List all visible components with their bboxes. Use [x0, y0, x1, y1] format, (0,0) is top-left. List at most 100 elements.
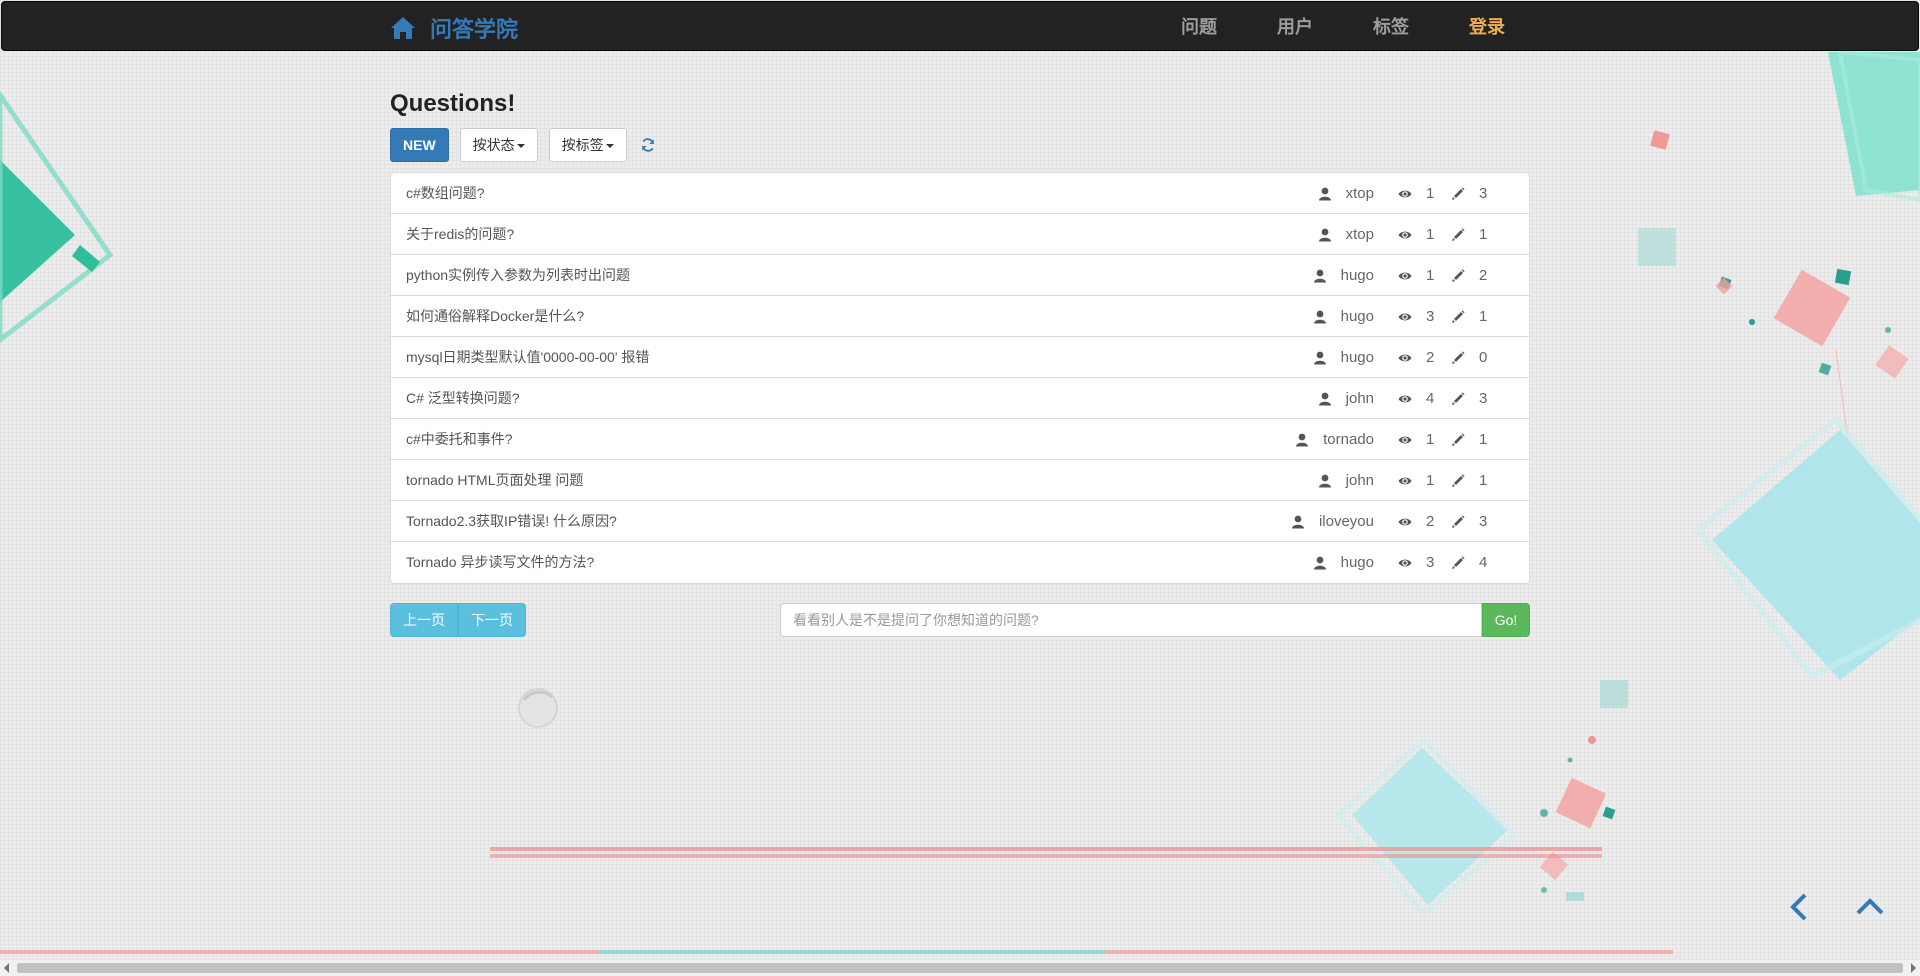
- question-title-link[interactable]: 关于redis的问题?: [406, 214, 514, 255]
- scrollbar-thumb[interactable]: [17, 963, 1903, 973]
- question-title-link[interactable]: python实例传入参数为列表时出问题: [406, 255, 630, 296]
- prev-page-button[interactable]: 上一页: [390, 603, 458, 637]
- answer-count: 1: [1479, 431, 1488, 448]
- pencil-icon: [1452, 391, 1465, 405]
- question-author[interactable]: hugo: [1341, 267, 1374, 284]
- question-title-link[interactable]: mysql日期类型默认值'0000-00-00' 报错: [406, 337, 649, 378]
- user-icon: [1318, 228, 1331, 241]
- refresh-icon[interactable]: [640, 137, 656, 153]
- user-icon: [1318, 187, 1331, 200]
- answer-count: 1: [1479, 308, 1488, 325]
- chevron-left-icon[interactable]: [1782, 889, 1818, 925]
- question-author[interactable]: hugo: [1341, 308, 1374, 325]
- eye-icon: [1398, 395, 1412, 402]
- question-row: c#数组问题? xtop 1 3: [391, 173, 1529, 214]
- question-author[interactable]: tornado: [1323, 431, 1374, 448]
- user-icon: [1313, 351, 1326, 364]
- nav-questions[interactable]: 问题: [1151, 2, 1247, 52]
- question-meta: xtop 1 3: [1318, 173, 1489, 214]
- brand-name: 问答学院: [430, 17, 519, 42]
- page-title: Questions!: [390, 90, 516, 117]
- eye-icon: [1398, 231, 1412, 238]
- answer-count: 2: [1479, 267, 1488, 284]
- user-icon: [1318, 474, 1331, 487]
- question-toolbar: NEW 按状态 按标签: [390, 128, 656, 162]
- pencil-icon: [1452, 473, 1465, 487]
- answer-count: 3: [1479, 390, 1488, 407]
- pencil-icon: [1452, 555, 1465, 569]
- question-row: 如何通俗解释Docker是什么? hugo 3 1: [391, 296, 1529, 337]
- scroll-right-icon[interactable]: [1911, 963, 1916, 973]
- eye-icon: [1398, 190, 1412, 197]
- caret-down-icon: [516, 144, 525, 149]
- user-icon: [1291, 515, 1304, 528]
- new-question-button[interactable]: NEW: [390, 128, 449, 162]
- question-title-link[interactable]: c#数组问题?: [406, 173, 485, 214]
- eye-icon: [1398, 272, 1412, 279]
- pencil-icon: [1452, 186, 1465, 200]
- view-count: 3: [1426, 308, 1435, 325]
- question-title-link[interactable]: C# 泛型转换问题?: [406, 378, 520, 419]
- view-count: 1: [1426, 431, 1435, 448]
- question-row: C# 泛型转换问题? john 4 3: [391, 378, 1529, 419]
- question-row: mysql日期类型默认值'0000-00-00' 报错 hugo 2 0: [391, 337, 1529, 378]
- question-row: Tornado2.3获取IP错误! 什么原因? iloveyou 2 3: [391, 501, 1529, 542]
- question-meta: hugo 2 0: [1313, 337, 1489, 378]
- eye-icon: [1398, 477, 1412, 484]
- question-author[interactable]: hugo: [1341, 554, 1374, 571]
- question-meta: hugo 3 1: [1313, 296, 1489, 337]
- question-meta: hugo 1 2: [1313, 255, 1489, 296]
- pencil-icon: [1452, 268, 1465, 282]
- question-meta: xtop 1 1: [1318, 214, 1489, 255]
- pencil-icon: [1452, 309, 1465, 323]
- question-title-link[interactable]: 如何通俗解释Docker是什么?: [406, 296, 584, 337]
- view-count: 2: [1426, 349, 1435, 366]
- scroll-left-icon[interactable]: [4, 963, 9, 973]
- question-author[interactable]: xtop: [1346, 226, 1374, 243]
- question-author[interactable]: hugo: [1341, 349, 1374, 366]
- eye-icon: [1398, 518, 1412, 525]
- view-count: 1: [1426, 472, 1435, 489]
- pencil-icon: [1452, 350, 1465, 364]
- search-go-button[interactable]: Go!: [1482, 603, 1530, 637]
- answer-count: 4: [1479, 554, 1488, 571]
- eye-icon: [1398, 436, 1412, 443]
- status-filter-dropdown[interactable]: 按状态: [459, 128, 538, 162]
- top-navbar: 问答学院 问题 用户 标签 登录: [1, 1, 1919, 51]
- nav-menu: 问题 用户 标签 登录: [1151, 2, 1520, 52]
- brand-link[interactable]: 问答学院: [390, 12, 518, 44]
- question-meta: john 4 3: [1318, 378, 1489, 419]
- nav-tags[interactable]: 标签: [1343, 2, 1439, 52]
- chevron-up-icon[interactable]: [1852, 889, 1888, 925]
- view-count: 4: [1426, 390, 1435, 407]
- user-icon: [1318, 392, 1331, 405]
- pencil-icon: [1452, 514, 1465, 528]
- question-author[interactable]: john: [1346, 472, 1374, 489]
- question-title-link[interactable]: Tornado 异步读写文件的方法?: [406, 542, 594, 583]
- eye-icon: [1398, 559, 1412, 566]
- question-author[interactable]: iloveyou: [1319, 513, 1374, 530]
- question-meta: hugo 3 4: [1313, 542, 1489, 583]
- status-filter-label: 按状态: [472, 137, 515, 153]
- pagination: 上一页 下一页: [390, 603, 526, 637]
- next-page-button[interactable]: 下一页: [458, 603, 526, 637]
- nav-login[interactable]: 登录: [1439, 2, 1520, 52]
- tag-filter-label: 按标签: [561, 137, 604, 153]
- horizontal-scrollbar[interactable]: [0, 959, 1920, 976]
- question-meta: tornado 1 1: [1295, 419, 1489, 460]
- question-author[interactable]: john: [1346, 390, 1374, 407]
- question-title-link[interactable]: Tornado2.3获取IP错误! 什么原因?: [406, 501, 617, 542]
- nav-users[interactable]: 用户: [1247, 2, 1343, 52]
- question-title-link[interactable]: c#中委托和事件?: [406, 419, 513, 460]
- tag-filter-dropdown[interactable]: 按标签: [548, 128, 627, 162]
- user-icon: [1313, 556, 1326, 569]
- question-meta: iloveyou 2 3: [1291, 501, 1489, 542]
- question-title-link[interactable]: tornado HTML页面处理 问题: [406, 460, 583, 501]
- user-icon: [1296, 433, 1309, 446]
- search-input[interactable]: [780, 603, 1482, 637]
- home-icon: [391, 17, 415, 39]
- answer-count: 0: [1479, 349, 1488, 366]
- answer-count: 1: [1479, 472, 1488, 489]
- question-author[interactable]: xtop: [1346, 185, 1374, 202]
- view-count: 3: [1426, 554, 1435, 571]
